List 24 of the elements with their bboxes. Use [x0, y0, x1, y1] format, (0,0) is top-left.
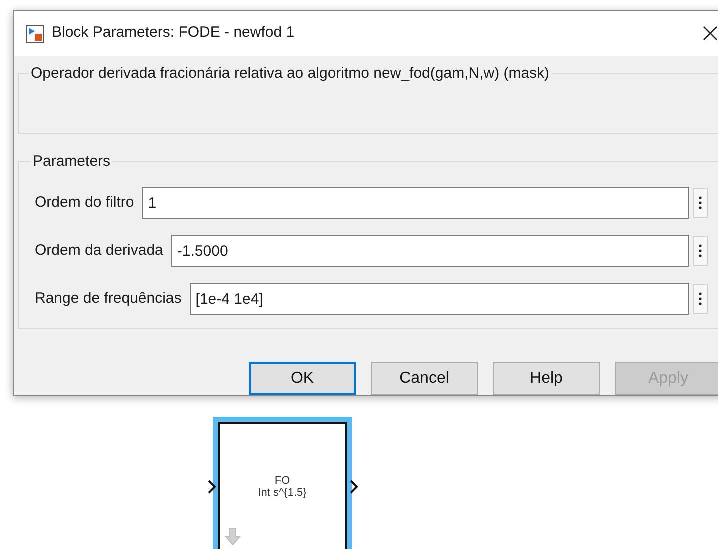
field-label: Ordem do filtro [35, 192, 134, 213]
output-port-icon [350, 480, 358, 494]
options-button[interactable] [693, 236, 708, 266]
block-text: FO [274, 475, 290, 487]
more-icon [699, 292, 702, 306]
window-title: Block Parameters: FODE - newfod 1 [52, 23, 295, 44]
dialog-button[interactable]: Cancel [371, 362, 478, 395]
app-icon [26, 24, 44, 42]
options-button[interactable] [693, 284, 708, 314]
input-field[interactable]: -1.5000 [171, 235, 689, 268]
input-field[interactable]: [1e-4 1e4] [190, 283, 689, 316]
down-arrow-icon [225, 528, 241, 546]
dialog-button[interactable]: OK [249, 362, 356, 395]
more-icon [699, 196, 702, 210]
options-button[interactable] [693, 188, 708, 218]
dialog-button[interactable]: Help [493, 362, 600, 395]
input-port-icon [208, 480, 216, 494]
block-text: Int s^{1.5} [258, 487, 307, 499]
input-field[interactable]: 1 [142, 187, 689, 220]
field-label: Range de frequências [35, 288, 182, 309]
field-label: Ordem da derivada [35, 240, 164, 261]
close-icon[interactable] [703, 26, 718, 41]
block[interactable]: FO Int s^{1.5} [213, 417, 352, 549]
more-icon [699, 244, 702, 258]
